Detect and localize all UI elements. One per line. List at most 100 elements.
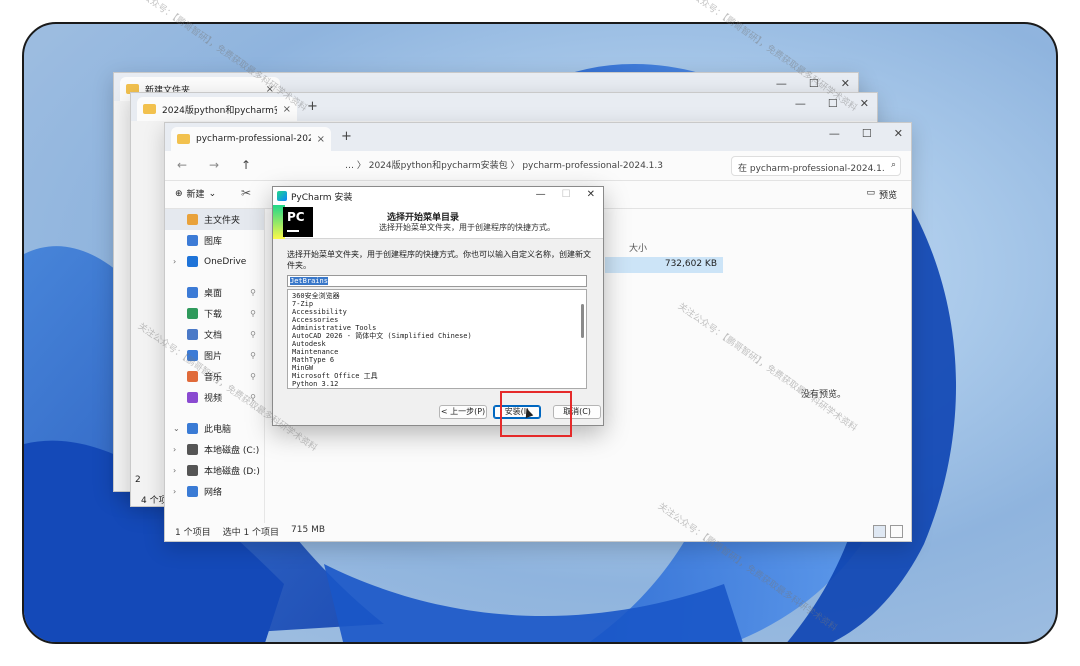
maximize-icon[interactable]: ☐ (562, 189, 571, 200)
chevron-icon[interactable]: › (173, 257, 176, 266)
folder-list-item[interactable]: Accessibility (292, 308, 582, 316)
maximize-icon[interactable]: ☐ (828, 97, 838, 110)
new-tab-button[interactable]: + (307, 99, 318, 114)
sidebar-item-label: 网络 (204, 488, 223, 498)
folder-list-item[interactable]: Python 3.12 (292, 380, 582, 388)
search-icon: ⌕ (890, 160, 896, 170)
sidebar-item[interactable]: ⌄ 此电脑 (165, 418, 264, 439)
sidebar-item[interactable]: › OneDrive (165, 251, 264, 272)
chevron-icon[interactable]: › (173, 445, 176, 454)
sidebar-item[interactable]: 音乐 ⚲ (165, 366, 264, 387)
dialog-controls: — ☐ ✕ (536, 189, 595, 200)
pycharm-logo-icon: PC (283, 207, 313, 237)
chevron-down-icon: ⌄ (208, 188, 217, 199)
column-header-size[interactable]: 大小 (629, 241, 647, 254)
tab-bar: 2024版python和pycharm安装 × + — ☐ ✕ (131, 93, 877, 121)
folder-list-item[interactable]: 360安全浏览器 (292, 292, 582, 300)
sidebar-item[interactable]: 图库 (165, 230, 264, 251)
sidebar-item-label: 文档 (204, 331, 223, 341)
maximize-icon[interactable]: ☐ (809, 77, 819, 90)
status-count: 1 个项目 (175, 528, 211, 538)
folder-icon (143, 104, 156, 114)
tab-pycharm-professional[interactable]: pycharm-professional-2024.1.3 × (171, 127, 331, 151)
close-icon[interactable]: × (283, 104, 291, 115)
sidebar-item[interactable]: 文档 ⚲ (165, 324, 264, 345)
start-menu-folder-input[interactable]: JetBrains (287, 275, 587, 287)
forward-arrow-icon[interactable]: → (209, 158, 219, 172)
back-button[interactable]: < 上一步(P) (439, 405, 487, 419)
folder-list-item[interactable]: 7-Zip (292, 300, 582, 308)
close-icon[interactable]: ✕ (894, 127, 903, 140)
new-tab-button[interactable]: + (341, 129, 352, 144)
pin-icon: ⚲ (250, 351, 256, 360)
window-controls: — ☐ ✕ (795, 97, 869, 110)
plus-circle-icon: ⊕ (175, 188, 183, 199)
close-icon[interactable]: × (317, 134, 325, 145)
preview-label: 预览 (878, 191, 897, 201)
sidebar-item[interactable]: 视频 ⚲ (165, 387, 264, 408)
new-button[interactable]: ⊕ 新建 ⌄ (175, 187, 217, 201)
close-icon[interactable]: ✕ (841, 77, 850, 90)
chevron-icon[interactable]: ⌄ (173, 424, 180, 433)
minimize-icon[interactable]: — (776, 77, 787, 90)
close-icon[interactable]: ✕ (860, 97, 869, 110)
folder-list-item[interactable]: Microsoft Office 工具 (292, 372, 582, 380)
folder-list-item[interactable]: Administrative Tools (292, 324, 582, 332)
minimize-icon[interactable]: — (829, 127, 840, 140)
dialog-title: PyCharm 安装 (291, 192, 353, 203)
back-arrow-icon[interactable]: ← (177, 158, 187, 172)
sidebar-item[interactable]: 桌面 ⚲ (165, 282, 264, 303)
search-input[interactable]: 在 pycharm-professional-2024.1. ⌕ (731, 156, 901, 176)
minimize-icon[interactable]: — (536, 189, 546, 200)
preview-button[interactable]: ▭ 预览 (866, 188, 897, 201)
dialog-description: 选择开始菜单文件夹，用于创建程序的快捷方式。你也可以输入自定义名称，创建新文件夹… (287, 250, 591, 270)
tiles-view-icon[interactable] (890, 525, 903, 538)
folder-list-item[interactable]: AutoCAD 2026 - 简体中文 (Simplified Chinese) (292, 332, 582, 340)
scissors-icon[interactable]: ✂ (241, 186, 251, 200)
close-icon[interactable]: ✕ (587, 189, 595, 200)
maximize-icon[interactable]: ☐ (862, 127, 872, 140)
folder-list-item[interactable]: Maintenance (292, 348, 582, 356)
download-icon (187, 308, 198, 319)
pin-icon: ⚲ (250, 393, 256, 402)
tab-python-pycharm[interactable]: 2024版python和pycharm安装 × (137, 97, 297, 121)
folder-list-item[interactable]: MinGW (292, 364, 582, 372)
folder-list-item[interactable]: Autodesk (292, 340, 582, 348)
scrollbar[interactable] (581, 304, 584, 338)
pin-icon: ⚲ (250, 372, 256, 381)
search-placeholder: 在 pycharm-professional-2024.1. (738, 164, 885, 174)
sidebar-item[interactable]: › 本地磁盘 (C:) (165, 439, 264, 460)
folder-list-item[interactable]: Accessories (292, 316, 582, 324)
chevron-icon[interactable]: › (173, 466, 176, 475)
status-bar: 1 个项目 选中 1 个项目 715 MB (165, 521, 911, 541)
dialog-titlebar: PyCharm 安装 — ☐ ✕ (273, 187, 603, 205)
file-row-selected[interactable]: 732,602 KB (605, 257, 723, 273)
documents-icon (187, 329, 198, 340)
sidebar-item-label: 音乐 (204, 373, 223, 383)
sidebar-item[interactable]: 图片 ⚲ (165, 345, 264, 366)
folder-icon (177, 134, 190, 144)
folder-list-item[interactable]: MathType 6 (292, 356, 582, 364)
up-arrow-icon[interactable]: ↑ (241, 158, 251, 172)
sidebar-item-label: 桌面 (204, 289, 223, 299)
view-toggle (873, 525, 903, 538)
sidebar-item[interactable]: › 本地磁盘 (D:) (165, 460, 264, 481)
breadcrumb[interactable]: … 〉 2024版python和pycharm安装包 〉 pycharm-pro… (345, 158, 663, 171)
sidebar-item-label: 图库 (204, 237, 223, 247)
minimize-icon[interactable]: — (795, 97, 806, 110)
pin-icon: ⚲ (250, 288, 256, 297)
music-icon (187, 371, 198, 382)
sidebar-item[interactable]: 下载 ⚲ (165, 303, 264, 324)
sidebar-item[interactable]: 主文件夹 (165, 209, 264, 230)
sidebar-item-label: 视频 (204, 394, 223, 404)
chevron-icon[interactable]: › (173, 487, 176, 496)
drive-c-icon (187, 444, 198, 455)
network-icon (187, 486, 198, 497)
details-view-icon[interactable] (873, 525, 886, 538)
address-bar: ← → ↑ … 〉 2024版python和pycharm安装包 〉 pycha… (165, 151, 911, 181)
sidebar-item[interactable]: › 网络 (165, 481, 264, 502)
start-menu-folder-list[interactable]: 360安全浏览器 7-Zip Accessibility Accessories Adm… (287, 289, 587, 389)
highlight-box (500, 391, 572, 437)
sidebar-item-label: 此电脑 (204, 425, 232, 435)
pycharm-installer-dialog[interactable]: PyCharm 安装 — ☐ ✕ PC 选择开始菜单目录 选择开始菜单文件夹，用… (272, 186, 604, 426)
